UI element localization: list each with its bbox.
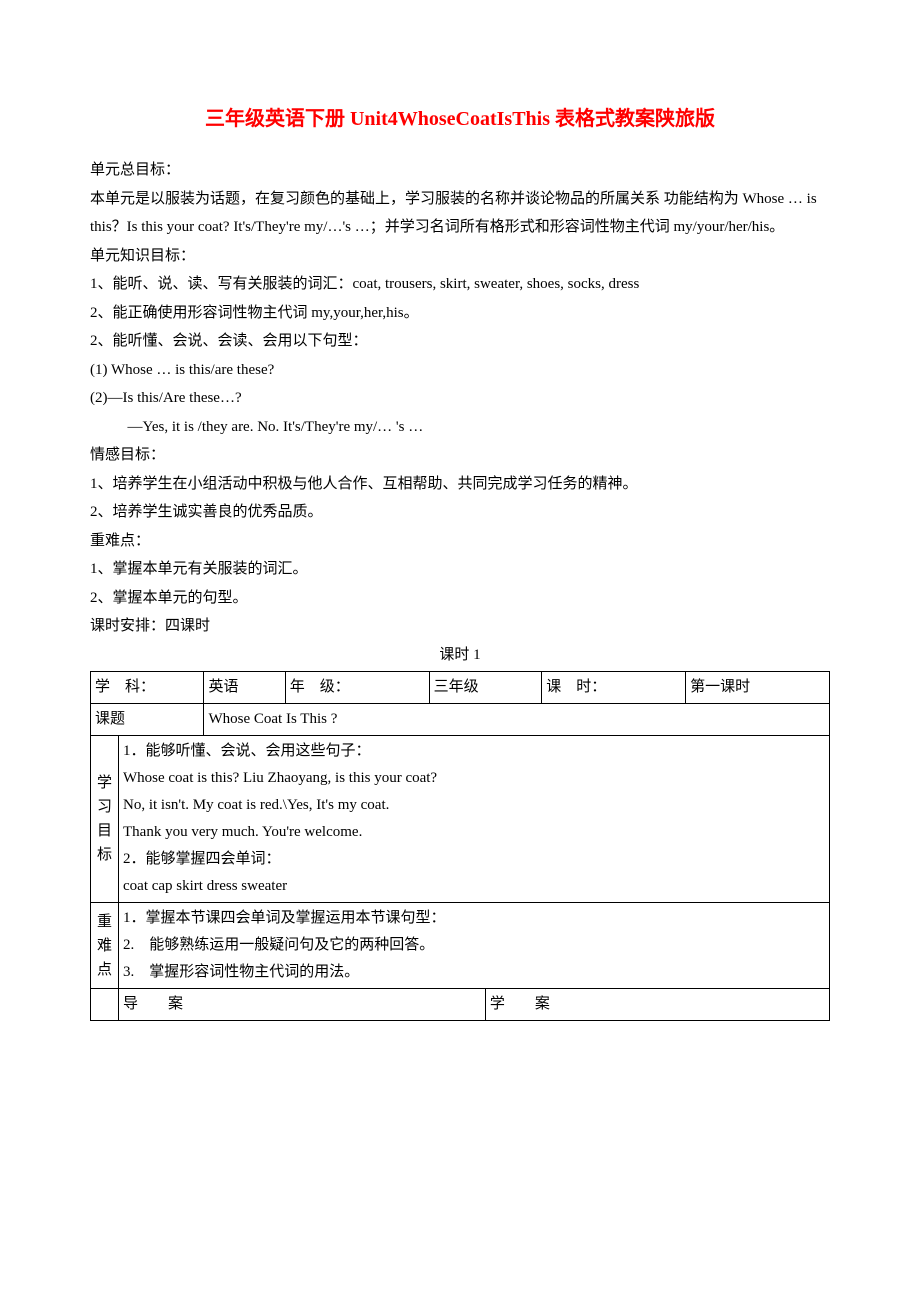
document-body: 单元总目标： 本单元是以服装为话题，在复习颜色的基础上，学习服装的名称并谈论物品… <box>90 156 830 1021</box>
difficulty-char: 难 <box>97 938 112 954</box>
learning-goal-char: 习 <box>97 799 112 815</box>
emotion-goal-item: 2、培养学生诚实善良的优秀品质。 <box>90 498 830 527</box>
learning-goal-char: 目 <box>97 823 112 839</box>
period-value-cell: 第一课时 <box>686 672 830 704</box>
knowledge-goal-item: 2、能听懂、会说、会读、会用以下句型： <box>90 327 830 356</box>
knowledge-goal-item: 1、能听、说、读、写有关服装的词汇：coat, trousers, skirt,… <box>90 270 830 299</box>
learning-goal-char: 学 <box>97 775 112 791</box>
difficulties-item: 2、掌握本单元的句型。 <box>90 584 830 613</box>
difficulty-line: 3. 掌握形容词性物主代词的用法。 <box>123 959 825 986</box>
learning-goal-line: No, it isn't. My coat is red.\Yes, It's … <box>123 792 825 819</box>
difficulty-char: 点 <box>97 962 112 978</box>
learning-goal-line: Whose coat is this? Liu Zhaoyang, is thi… <box>123 765 825 792</box>
table-row: 学 习 目 标 1．能够听懂、会说、会用这些句子： Whose coat is … <box>91 736 830 903</box>
knowledge-goal-item: (1) Whose … is this/are these? <box>90 356 830 385</box>
grade-value-cell: 三年级 <box>429 672 542 704</box>
knowledge-goal-indented: —Yes, it is /they are. No. It's/They're … <box>90 413 830 442</box>
subject-value-cell: 英语 <box>204 672 285 704</box>
knowledge-goal-label: 单元知识目标： <box>90 242 830 271</box>
difficulty-label-cell: 重 难 点 <box>91 903 119 989</box>
schedule-text: 课时安排：四课时 <box>90 612 830 641</box>
guide-label-cell: 导 案 <box>119 989 486 1021</box>
table-row: 导 案 学 案 <box>91 989 830 1021</box>
emotion-goal-label: 情感目标： <box>90 441 830 470</box>
grade-label-cell: 年 级： <box>285 672 429 704</box>
overall-goal-text: 本单元是以服装为话题，在复习颜色的基础上，学习服装的名称并谈论物品的所属关系 功… <box>90 185 830 242</box>
lesson-table: 学 科： 英语 年 级： 三年级 课 时： 第一课时 课题 Whose Coat… <box>90 671 830 1021</box>
difficulty-line: 2. 能够熟练运用一般疑问句及它的两种回答。 <box>123 932 825 959</box>
period-label-cell: 课 时： <box>542 672 686 704</box>
empty-cell <box>91 989 119 1021</box>
difficulty-char: 重 <box>97 914 112 930</box>
lesson-caption: 课时 1 <box>90 641 830 670</box>
table-row: 重 难 点 1．掌握本节课四会单词及掌握运用本节课句型： 2. 能够熟练运用一般… <box>91 903 830 989</box>
learning-goal-content-cell: 1．能够听懂、会说、会用这些句子： Whose coat is this? Li… <box>119 736 830 903</box>
learning-goal-line: Thank you very much. You're welcome. <box>123 819 825 846</box>
emotion-goal-item: 1、培养学生在小组活动中积极与他人合作、互相帮助、共同完成学习任务的精神。 <box>90 470 830 499</box>
learning-goal-line: coat cap skirt dress sweater <box>123 873 825 900</box>
overall-goal-label: 单元总目标： <box>90 156 830 185</box>
difficulties-label: 重难点： <box>90 527 830 556</box>
difficulty-line: 1．掌握本节课四会单词及掌握运用本节课句型： <box>123 905 825 932</box>
difficulties-item: 1、掌握本单元有关服装的词汇。 <box>90 555 830 584</box>
subject-label-cell: 学 科： <box>91 672 204 704</box>
knowledge-goal-item: (2)—Is this/Are these…? <box>90 384 830 413</box>
study-label-cell: 学 案 <box>485 989 829 1021</box>
difficulty-content-cell: 1．掌握本节课四会单词及掌握运用本节课句型： 2. 能够熟练运用一般疑问句及它的… <box>119 903 830 989</box>
learning-goal-label-cell: 学 习 目 标 <box>91 736 119 903</box>
topic-label-cell: 课题 <box>91 704 204 736</box>
document-title: 三年级英语下册 Unit4WhoseCoatIsThis 表格式教案陕旅版 <box>90 100 830 138</box>
table-row: 课题 Whose Coat Is This ? <box>91 704 830 736</box>
learning-goal-char: 标 <box>97 847 112 863</box>
knowledge-goal-item: 2、能正确使用形容词性物主代词 my,your,her,his。 <box>90 299 830 328</box>
topic-value-cell: Whose Coat Is This ? <box>204 704 830 736</box>
table-row: 学 科： 英语 年 级： 三年级 课 时： 第一课时 <box>91 672 830 704</box>
learning-goal-line: 1．能够听懂、会说、会用这些句子： <box>123 738 825 765</box>
learning-goal-line: 2．能够掌握四会单词： <box>123 846 825 873</box>
